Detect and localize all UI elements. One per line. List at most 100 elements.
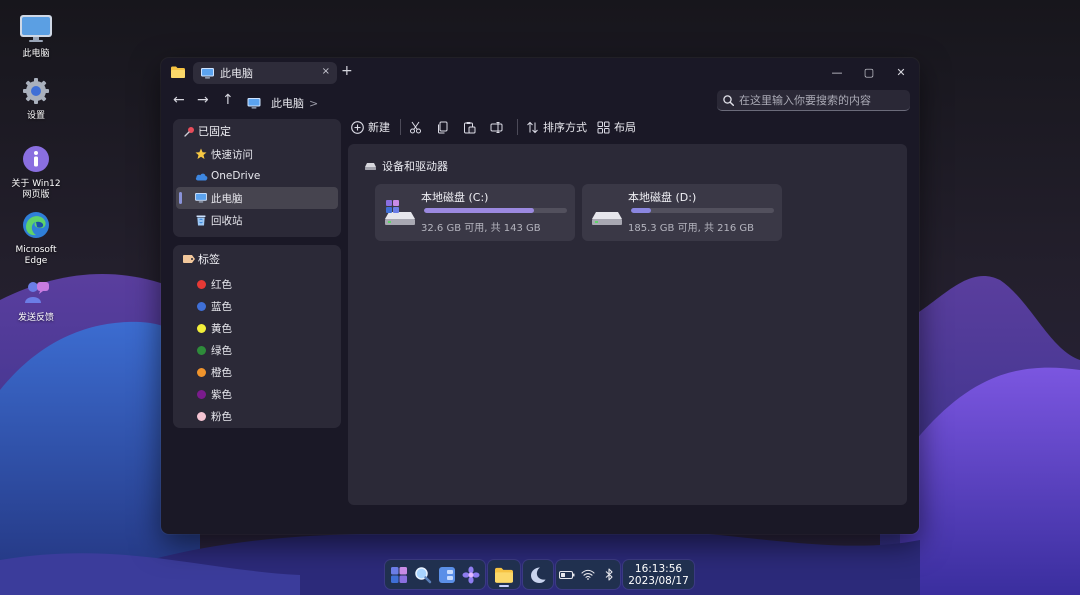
feedback-icon: [19, 276, 53, 310]
drive-usage-bar: [631, 208, 774, 213]
up-button[interactable]: ↑: [222, 92, 234, 108]
drive-usage-bar: [424, 208, 567, 213]
wifi-status[interactable]: [578, 564, 597, 586]
sidebar-item-onedrive[interactable]: OneDrive: [176, 165, 338, 187]
paste-button[interactable]: [463, 121, 480, 134]
breadcrumb-item[interactable]: 此电脑: [271, 95, 304, 111]
new-tab-button[interactable]: +: [341, 63, 353, 79]
tab-label: 此电脑: [220, 67, 253, 80]
tag-item-purple[interactable]: 紫色: [176, 383, 338, 405]
devices-drives-header[interactable]: 设备和驱动器: [365, 158, 448, 174]
tag-item-blue[interactable]: 蓝色: [176, 295, 338, 317]
desktop-icon-settings[interactable]: 设置: [6, 74, 66, 122]
tag-color-dot: [196, 323, 206, 333]
widgets-button[interactable]: [436, 564, 458, 586]
battery-icon: [558, 570, 575, 579]
taskbar-apps-group: [385, 560, 485, 589]
drive-capacity-text: 185.3 GB 可用, 共 216 GB: [628, 223, 755, 234]
tag-item-pink[interactable]: 粉色: [176, 405, 338, 427]
section-title-label: 设备和驱动器: [382, 160, 448, 173]
title-bar: 此电脑 × + — ▢ ✕: [161, 58, 919, 86]
folder-icon: [171, 66, 185, 78]
sidebar-item-this-pc[interactable]: 此电脑: [176, 187, 338, 209]
tag-item-red[interactable]: 红色: [176, 273, 338, 295]
sidebar-item-recycle-bin[interactable]: 回收站: [176, 209, 338, 231]
monitor-icon: [247, 97, 261, 108]
layout-button[interactable]: 布局: [597, 119, 636, 135]
desktop-icon-about[interactable]: 关于 Win12 网页版: [6, 142, 66, 201]
tab-this-pc[interactable]: 此电脑 ×: [193, 62, 337, 84]
copy-icon: [438, 121, 448, 133]
maximize-button[interactable]: ▢: [853, 62, 885, 82]
taskbar-clock[interactable]: 16:13:56 2023/08/17: [623, 560, 694, 589]
tab-close-button[interactable]: ×: [322, 66, 330, 77]
drive-item-c[interactable]: 本地磁盘 (C:) 32.6 GB 可用, 共 143 GB: [375, 184, 575, 241]
drive-usage-fill: [424, 208, 535, 213]
wifi-icon: [581, 569, 595, 580]
desktop-icon-label: 设置: [26, 111, 45, 121]
cut-button[interactable]: [409, 121, 426, 134]
sort-button-label: 排序方式: [543, 121, 587, 134]
sidebar-tags-title: 标签: [198, 253, 220, 266]
tag-label: 黄色: [211, 322, 232, 335]
breadcrumb[interactable]: 此电脑 >: [247, 95, 318, 111]
new-button[interactable]: 新建: [351, 119, 390, 135]
tag-label: 粉色: [211, 410, 232, 423]
pin-icon: [183, 126, 195, 137]
desktop-icon-label: Microsoft Edge: [15, 245, 57, 266]
sidebar-item-label: 回收站: [211, 214, 243, 227]
tag-item-yellow[interactable]: 黄色: [176, 317, 338, 339]
start-button[interactable]: [388, 564, 410, 586]
plus-circle-icon: [351, 120, 364, 134]
search-input[interactable]: [739, 93, 899, 107]
tag-label: 橙色: [211, 366, 232, 379]
monitor-icon: [201, 67, 214, 78]
desktop-icon-this-pc[interactable]: 此电脑: [6, 12, 66, 60]
bluetooth-status[interactable]: [600, 564, 619, 586]
copy-button[interactable]: [436, 121, 453, 134]
close-button[interactable]: ✕: [885, 62, 917, 82]
desktop-icon-label: 此电脑: [22, 49, 50, 59]
drive-item-d[interactable]: 本地磁盘 (D:) 185.3 GB 可用, 共 216 GB: [582, 184, 782, 241]
folder-icon: [495, 567, 513, 583]
clock[interactable]: 16:13:56 2023/08/17: [628, 563, 689, 587]
new-button-label: 新建: [368, 121, 390, 134]
taskbar-theme-group: [523, 560, 553, 589]
battery-status[interactable]: [557, 564, 576, 586]
monitor-icon: [19, 12, 53, 46]
desktop-icon-edge[interactable]: Microsoft Edge: [6, 208, 66, 267]
sidebar-tags-section: 标签 红色 蓝色 黄色 绿色 橙色 紫色 粉色: [173, 245, 341, 428]
tag-item-green[interactable]: 绿色: [176, 339, 338, 361]
sidebar-item-label: OneDrive: [211, 170, 261, 182]
drive-name: 本地磁盘 (C:): [421, 191, 489, 204]
rename-button[interactable]: [490, 121, 507, 134]
breadcrumb-separator[interactable]: >: [309, 97, 318, 110]
minimize-button[interactable]: —: [821, 62, 853, 82]
taskbar-file-explorer[interactable]: [493, 564, 515, 586]
search-taskbar-button[interactable]: [412, 564, 434, 586]
content-pane: 设备和驱动器 本地磁盘 (C:) 32.6 GB 可用, 共 143 GB 本地…: [348, 144, 907, 505]
search-icon: [415, 566, 432, 583]
dark-mode-toggle[interactable]: [527, 564, 549, 586]
bluetooth-icon: [605, 568, 613, 581]
forward-button[interactable]: →: [197, 92, 209, 108]
desktop-icon-feedback[interactable]: 发送反馈: [6, 276, 66, 324]
sort-button[interactable]: 排序方式: [526, 119, 587, 135]
file-explorer-window: 此电脑 × + — ▢ ✕ ← → ↑ 此电脑 > 在这里输入你要搜索的内容 已…: [161, 58, 919, 534]
copilot-button[interactable]: [460, 564, 482, 586]
sidebar-tags-header: 标签: [173, 245, 341, 273]
running-indicator: [499, 585, 509, 587]
grid-layout-icon: [597, 121, 610, 133]
back-button[interactable]: ←: [173, 92, 185, 108]
drive-name: 本地磁盘 (D:): [628, 191, 697, 204]
tag-color-dot: [196, 389, 206, 399]
tag-item-orange[interactable]: 橙色: [176, 361, 338, 383]
search-box[interactable]: [717, 90, 910, 111]
tag-color-dot: [196, 301, 206, 311]
flower-icon: [462, 566, 480, 583]
tag-icon: [183, 255, 195, 263]
taskbar-explorer-group: [488, 560, 520, 589]
sidebar-item-quick-access[interactable]: 快速访问: [176, 143, 338, 165]
sidebar-pinned-section: 已固定 快速访问 OneDrive 此电脑 回收站: [173, 119, 341, 237]
clock-time: 16:13:56: [634, 562, 683, 575]
